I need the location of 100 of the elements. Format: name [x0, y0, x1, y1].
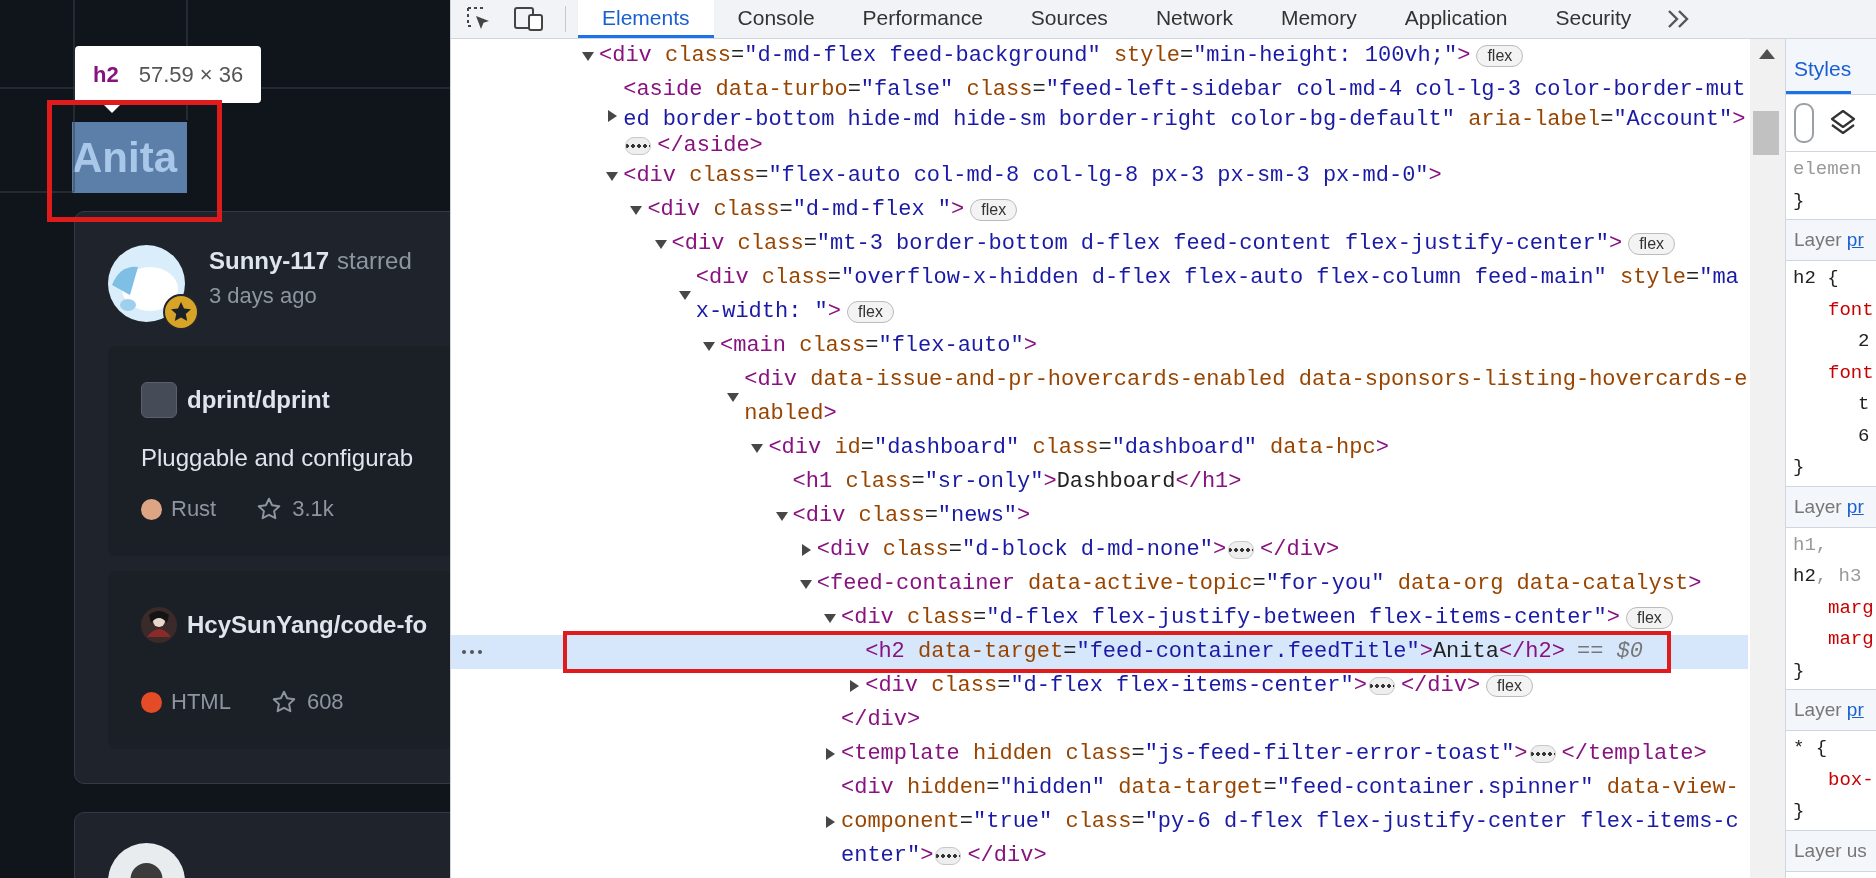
css-property: box-: [1827, 767, 1875, 793]
flex-badge[interactable]: flex: [847, 301, 894, 323]
caret-icon[interactable]: [703, 340, 715, 352]
css-selector: h2 {: [1793, 266, 1840, 291]
tree-row[interactable]: </div>: [451, 703, 1748, 737]
css-selector: elemen: [1793, 157, 1863, 182]
caret-icon[interactable]: [582, 50, 594, 62]
tree-row[interactable]: <div class="d-block d-md-none"> </div>: [451, 533, 1748, 567]
actor-link[interactable]: Sunny-117: [209, 247, 330, 275]
caret-icon[interactable]: [799, 544, 812, 556]
layer-link[interactable]: pr: [1846, 495, 1864, 518]
flex-badge[interactable]: flex: [1476, 45, 1524, 67]
avatar[interactable]: [141, 607, 177, 643]
repo-icon: [141, 382, 177, 418]
ellipsis-button[interactable]: [625, 137, 652, 155]
devtools-tab[interactable]: Console: [713, 0, 839, 38]
star-icon: [270, 689, 297, 715]
tree-row[interactable]: <div class="news">: [451, 499, 1748, 533]
tree-row[interactable]: <aside data-turbo="false" class="feed-left-sidebar col-md-4 col-lg-3 color-border-muted border-bottom hide-md hide-sm border-right color-bg-default" aria-label="Account"> </aside>: [451, 73, 1748, 159]
node-markup: <div class="d-md-flex ">: [647, 197, 965, 223]
closing-tag: </div>: [841, 707, 921, 733]
caret-icon[interactable]: [654, 238, 667, 250]
tree-row[interactable]: <div class="d-flex flex-items-center"> </div> flex: [451, 669, 1748, 703]
flex-badge[interactable]: flex: [1625, 607, 1673, 629]
star-count[interactable]: 608: [306, 689, 344, 715]
ellipsis-button[interactable]: [1228, 541, 1255, 559]
tree-row[interactable]: <feed-container data-active-topic="for-you" data-org data-catalyst>: [451, 567, 1748, 601]
repo-description: Pluggable and configurab: [141, 444, 415, 472]
star-count[interactable]: 3.1k: [292, 496, 334, 522]
caret-icon[interactable]: [775, 510, 788, 522]
tree-row[interactable]: <main class="flex-auto">: [451, 329, 1748, 363]
caret-icon[interactable]: [824, 816, 836, 828]
caret-icon[interactable]: [678, 289, 691, 301]
caret-icon[interactable]: [799, 578, 812, 590]
tree-row[interactable]: <div class="overflow-x-hidden d-flex flex-auto flex-column feed-main" style="max-width: "> flex: [451, 261, 1748, 329]
tree-row[interactable]: <div class="d-flex flex-justify-between flex-items-center"> flex: [451, 601, 1748, 635]
caret-icon[interactable]: [606, 110, 619, 122]
node-markup: <h2 data-target="feed-container.feedTitle">Anita</h2>: [865, 639, 1565, 665]
repo-link[interactable]: dprint/dprint: [187, 386, 330, 414]
tree-row[interactable]: <div data-issue-and-pr-hovercards-enabled data-sponsors-listing-hovercards-enabled>: [451, 363, 1748, 431]
node-markup: component="true" class="py-6 d-flex flex-justify-center flex-items-c: [841, 808, 1740, 836]
tooltip-size: 57.59 × 36: [138, 61, 244, 88]
layer-link[interactable]: pr: [1846, 699, 1864, 721]
devtools-tab[interactable]: Network: [1131, 0, 1257, 38]
closing-tag: </div>: [967, 843, 1047, 869]
flex-badge[interactable]: flex: [1486, 675, 1533, 697]
tree-row[interactable]: <div class="flex-auto col-md-8 col-lg-8 px-3 px-sm-3 px-md-0">: [451, 159, 1748, 193]
flex-badge[interactable]: flex: [1628, 233, 1676, 255]
css-value: t: [1857, 392, 1871, 417]
scrollbar-thumb[interactable]: [1753, 111, 1779, 155]
tree-row[interactable]: <template hidden class="js-feed-filter-error-toast"> </template>: [451, 737, 1748, 771]
node-markup: <div class="mt-3 border-bottom d-flex feed-content flex-justify-center">: [671, 231, 1623, 257]
star-icon: [256, 496, 283, 522]
node-markup: <template hidden class="js-feed-filter-error-toast">: [841, 741, 1528, 767]
tree-row[interactable]: <div id="dashboard" class="dashboard" data-hpc>: [451, 431, 1748, 465]
devtools-tab[interactable]: Elements: [578, 0, 714, 38]
closing-tag: </div>: [1400, 673, 1481, 699]
scrollbar[interactable]: [1750, 39, 1785, 878]
feed-title: Anita: [72, 122, 187, 193]
caret-icon[interactable]: [824, 748, 836, 760]
device-icon[interactable]: [513, 5, 545, 33]
devtools-tab[interactable]: Security: [1531, 0, 1656, 38]
node-markup: <h1 class="sr-only">Dashboard</h1>: [792, 469, 1242, 495]
caret-icon[interactable]: [824, 612, 836, 624]
scroll-up-icon[interactable]: [1759, 49, 1775, 59]
node-markup: <div data-issue-and-pr-hovercards-enabled data-sponsors-listing-hovercards-e: [744, 366, 1748, 394]
css-brace: }: [1793, 188, 1806, 214]
caret-icon[interactable]: [630, 204, 643, 216]
devtools-tab[interactable]: Sources: [1006, 0, 1132, 38]
css-brace: }: [1793, 658, 1806, 684]
devtools-tab[interactable]: Application: [1380, 0, 1532, 38]
layer-label: Layer: [1794, 699, 1843, 721]
tree-row[interactable]: <div hidden="hidden" data-target="feed-container.spinner" data-view-component="true" class="py-6 d-flex flex-justify-center flex-items-center"> </div>: [451, 771, 1748, 873]
devtools-tab[interactable]: Memory: [1256, 0, 1381, 38]
language-name: HTML: [171, 689, 231, 715]
css-value: 6: [1857, 423, 1871, 449]
node-markup: x-width: ">: [695, 299, 842, 325]
flex-badge[interactable]: flex: [970, 199, 1018, 221]
ellipsis-button[interactable]: [1529, 745, 1556, 763]
node-markup: <div id="dashboard" class="dashboard" data-hpc>: [768, 435, 1389, 461]
tree-row[interactable]: <div class="d-md-flex feed-background" style="min-height: 100vh;"> flex: [451, 39, 1748, 73]
ellipsis-button[interactable]: [935, 847, 962, 865]
filter-field[interactable]: [1794, 103, 1814, 143]
tree-row[interactable]: <div class="d-md-flex "> flex: [451, 193, 1748, 227]
css-property: font: [1827, 297, 1875, 323]
more-icon[interactable]: [461, 648, 483, 656]
devtools-tab[interactable]: Performance: [838, 0, 1007, 38]
css-selector: * {: [1793, 736, 1829, 761]
caret-icon[interactable]: [727, 391, 740, 403]
caret-icon[interactable]: [751, 442, 764, 454]
tree-row[interactable]: <h1 class="sr-only">Dashboard</h1>: [451, 465, 1748, 499]
node-markup: <div class="flex-auto col-md-8 col-lg-8 px-3 px-sm-3 px-md-0">: [623, 163, 1442, 189]
layer-link[interactable]: pr: [1846, 229, 1864, 251]
caret-icon[interactable]: [848, 680, 861, 692]
event-time: 3 days ago: [209, 283, 318, 309]
tree-row[interactable]: <div class="mt-3 border-bottom d-flex feed-content flex-justify-center"> flex: [451, 227, 1748, 261]
css-property: font: [1827, 360, 1875, 386]
ellipsis-button[interactable]: [1368, 677, 1395, 695]
caret-icon[interactable]: [606, 170, 619, 182]
repo-link[interactable]: HcySunYang/code-fo: [187, 611, 428, 639]
